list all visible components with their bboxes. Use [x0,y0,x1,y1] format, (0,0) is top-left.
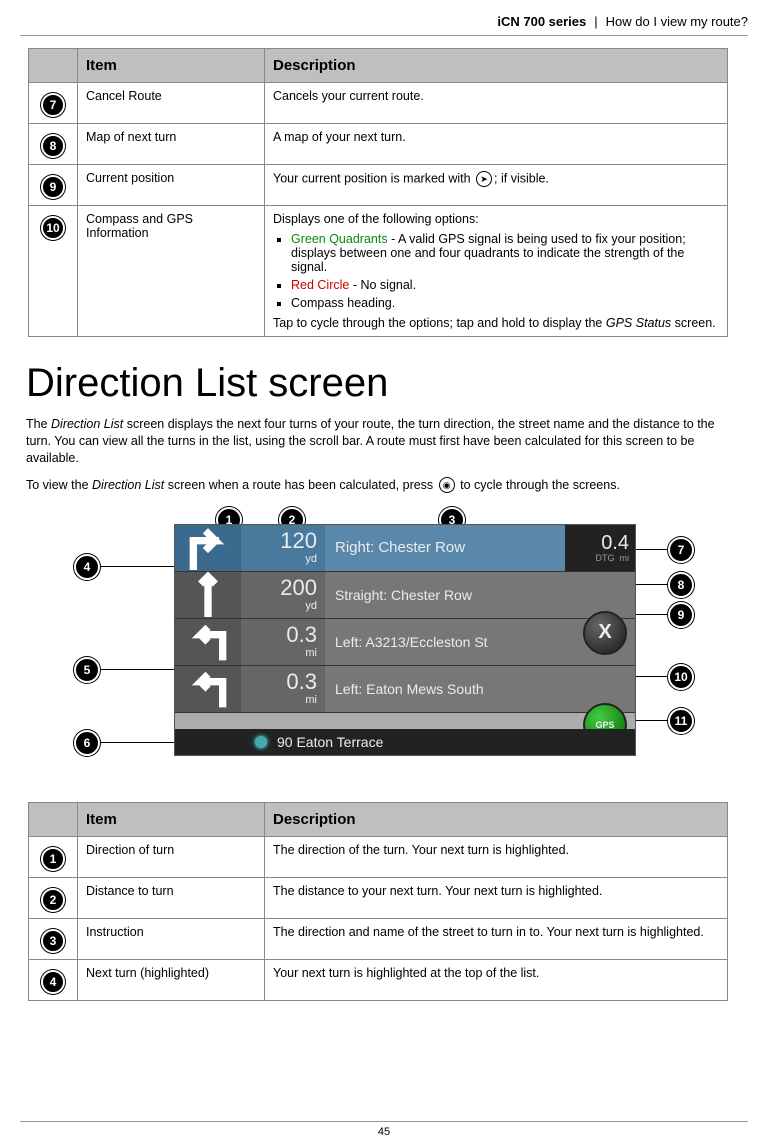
item-name: Compass and GPS Information [78,206,265,337]
items-table-top: Item Description 7 Cancel Route Cancels … [28,48,728,337]
callout-marker: 10 [41,216,65,240]
table-row: 7 Cancel Route Cancels your current rout… [29,83,728,124]
position-icon [255,736,267,748]
distance-value: 120 [280,530,317,552]
item-desc: The direction of the turn. Your next tur… [265,836,728,877]
howto-paragraph: To view the Direction List screen when a… [26,477,742,494]
item-desc: Displays one of the following options: G… [265,206,728,337]
distance-unit: yd [305,553,317,565]
callout-marker: 8 [41,134,65,158]
current-position-bar[interactable]: 90 Eaton Terrace [175,729,635,755]
callout-11: 11 [668,708,694,734]
item-desc: Your current position is marked with ➤; … [265,165,728,206]
col-desc: Description [265,802,728,836]
intro-paragraph: The Direction List screen displays the n… [26,416,742,467]
callout-10: 10 [668,664,694,690]
item-desc: The distance to your next turn. Your nex… [265,877,728,918]
callout-marker: 1 [41,847,65,871]
table-row: 8 Map of next turn A map of your next tu… [29,124,728,165]
list-item[interactable]: 200yd Straight: Chester Row [175,572,635,619]
page-footer: 45 [20,1121,748,1138]
col-desc: Description [265,49,728,83]
item-name: Map of next turn [78,124,265,165]
item-name: Distance to turn [78,877,265,918]
distance-unit: mi [305,647,317,659]
item-name: Cancel Route [78,83,265,124]
callout-marker: 7 [41,93,65,117]
direction-list-screenshot: 1 2 3 4 5 6 7 8 9 10 11 120yd Right: Che… [34,504,734,784]
callout-5: 5 [74,657,100,683]
position-icon: ➤ [476,171,492,187]
callout-7: 7 [668,537,694,563]
distance-value: 0.3 [286,671,317,693]
series-title: iCN 700 series [497,14,586,29]
callout-marker: 4 [41,970,65,994]
section-heading: Direction List screen [26,361,748,406]
distance-unit: mi [305,694,317,706]
table-row: 10 Compass and GPS Information Displays … [29,206,728,337]
page-header: iCN 700 series | How do I view my route? [20,14,748,36]
cancel-route-button[interactable]: X [583,611,627,655]
item-desc: The direction and name of the street to … [265,918,728,959]
table-row: 3 Instruction The direction and name of … [29,918,728,959]
table-row: 2 Distance to turn The distance to your … [29,877,728,918]
item-desc: A map of your next turn. [265,124,728,165]
table-row: 4 Next turn (highlighted) Your next turn… [29,959,728,1000]
callout-marker: 9 [41,175,65,199]
cycle-icon: ◉ [439,477,455,493]
page-number: 45 [378,1126,390,1138]
distance-value: 0.3 [286,624,317,646]
callout-6: 6 [74,730,100,756]
item-name: Direction of turn [78,836,265,877]
distance-value: 200 [280,577,317,599]
callout-marker: 2 [41,888,65,912]
items-table-bottom: Item Description 1 Direction of turn The… [28,802,728,1001]
col-blank [29,49,78,83]
callout-4: 4 [74,554,100,580]
list-item[interactable]: 0.3mi Left: Eaton Mews South [175,666,635,713]
item-name: Next turn (highlighted) [78,959,265,1000]
item-name: Current position [78,165,265,206]
table-row: 1 Direction of turn The direction of the… [29,836,728,877]
item-desc: Cancels your current route. [265,83,728,124]
instruction-text: Left: Eaton Mews South [325,666,635,712]
device-screen[interactable]: 120yd Right: Chester Row 200yd Straight:… [174,524,636,756]
callout-marker: 3 [41,929,65,953]
instruction-text: Straight: Chester Row [325,572,635,618]
dtg-value: 0.4 [601,533,629,553]
turn-left-icon [175,666,241,712]
col-item: Item [78,49,265,83]
item-desc: Your next turn is highlighted at the top… [265,959,728,1000]
col-blank [29,802,78,836]
current-street: 90 Eaton Terrace [277,734,383,750]
list-item[interactable]: 0.3mi Left: A3213/Eccleston St [175,619,635,666]
table-row: 9 Current position Your current position… [29,165,728,206]
distance-unit: yd [305,600,317,612]
chapter-title: How do I view my route? [606,14,748,29]
dtg-panel[interactable]: 0.4 DTG mi [565,525,635,571]
callout-9: 9 [668,602,694,628]
callout-8: 8 [668,572,694,598]
item-name: Instruction [78,918,265,959]
header-separator: | [594,14,597,29]
col-item: Item [78,802,265,836]
